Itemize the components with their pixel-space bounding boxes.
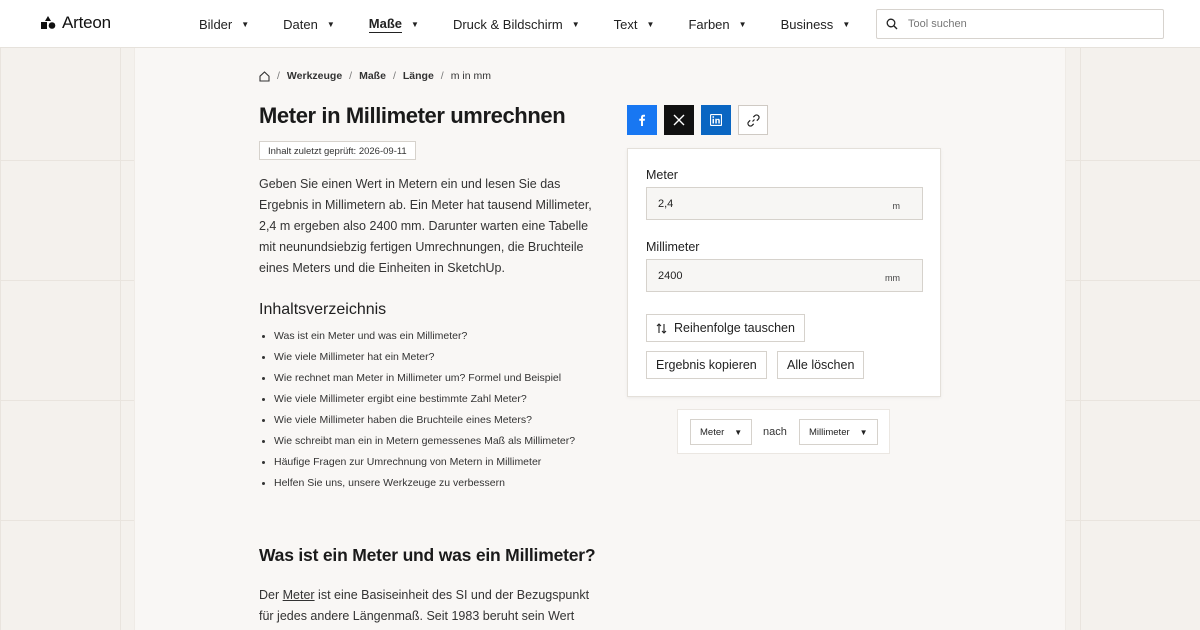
nav-item-daten[interactable]: Daten ▼ xyxy=(283,17,335,32)
to-unit-select[interactable]: Millimeter ▼ xyxy=(799,419,878,445)
x-icon xyxy=(673,114,685,126)
link-icon xyxy=(746,113,760,127)
nav-item-bilder[interactable]: Bilder ▼ xyxy=(199,17,249,32)
intro-text: Geben Sie einen Wert in Metern ein und l… xyxy=(259,177,592,275)
millimeter-input[interactable] xyxy=(656,269,880,283)
share-x-button[interactable] xyxy=(664,105,694,135)
nav-item-text[interactable]: Text ▼ xyxy=(614,17,655,32)
table-of-contents: Was ist ein Meter und was ein Millimeter… xyxy=(259,326,575,494)
breadcrumb-separator: / xyxy=(392,70,396,82)
converter-card: Meter m Millimeter mm Reihenfolge tausch… xyxy=(627,148,941,397)
caret-down-icon: ▼ xyxy=(734,427,743,437)
caret-down-icon: ▼ xyxy=(411,19,419,29)
nav-item-druck-bildschirm[interactable]: Druck & Bildschirm ▼ xyxy=(453,17,580,32)
toc-item[interactable]: Wie schreibt man ein in Metern gemessene… xyxy=(274,431,575,452)
caret-down-icon: ▼ xyxy=(842,19,851,29)
breadcrumb: / Werkzeuge / Maße / Länge / m in mm xyxy=(259,70,491,82)
toc-item[interactable]: Wie viele Millimeter hat ein Meter? xyxy=(274,347,575,368)
linkedin-icon xyxy=(710,114,722,126)
swap-icon xyxy=(656,322,667,334)
home-icon[interactable] xyxy=(259,70,270,82)
meter-link[interactable]: Meter xyxy=(283,588,315,602)
meter-input[interactable] xyxy=(656,197,880,211)
breadcrumb-laenge[interactable]: Länge xyxy=(403,70,434,82)
share-facebook-button[interactable] xyxy=(627,105,657,135)
main-nav: Bilder ▼ Daten ▼ Maße ▼ Druck & Bildschirm ▼… xyxy=(199,0,884,48)
caret-down-icon: ▼ xyxy=(738,19,747,29)
brand-name: Arteon xyxy=(62,13,111,32)
page-title: Meter in Millimeter umrechnen xyxy=(259,103,566,128)
section-text: Der Meter ist eine Basiseinheit des SI u… xyxy=(259,585,604,627)
caret-down-icon: ▼ xyxy=(326,19,335,29)
breadcrumb-separator: / xyxy=(349,70,353,82)
meter-field[interactable]: m xyxy=(646,187,923,220)
last-checked-badge: Inhalt zuletzt geprüft: 2026-09-11 xyxy=(259,141,416,160)
nav-item-business[interactable]: Business ▼ xyxy=(781,17,851,32)
caret-down-icon: ▼ xyxy=(859,427,868,437)
breadcrumb-separator: / xyxy=(440,70,444,82)
nav-item-farben[interactable]: Farben ▼ xyxy=(688,17,746,32)
nav-label: Druck & Bildschirm xyxy=(452,16,563,32)
clear-all-label: Alle löschen xyxy=(787,358,855,372)
toc-item[interactable]: Wie rechnet man Meter in Millimeter um? … xyxy=(274,368,575,389)
logo[interactable]: Arteon xyxy=(40,13,111,33)
nav-label: Maße xyxy=(368,15,403,33)
share-linkedin-button[interactable] xyxy=(701,105,731,135)
share-buttons xyxy=(627,105,768,135)
caret-down-icon: ▼ xyxy=(571,19,580,29)
caret-down-icon: ▼ xyxy=(646,19,655,29)
meter-label: Meter xyxy=(646,168,678,182)
from-unit-value: Meter xyxy=(700,426,725,438)
clear-all-button[interactable]: Alle löschen xyxy=(777,351,865,379)
nav-label: Farben xyxy=(688,16,730,32)
nav-label: Bilder xyxy=(199,16,233,32)
toc-item[interactable]: Häufige Fragen zur Umrechnung von Metern… xyxy=(274,452,575,473)
breadcrumb-current: m in mm xyxy=(450,70,491,82)
toc-item[interactable]: Was ist ein Meter und was ein Millimeter… xyxy=(274,326,575,347)
unit-selector: Meter ▼ nach Millimeter ▼ xyxy=(677,409,890,454)
toc-item[interactable]: Wie viele Millimeter haben die Bruchteil… xyxy=(274,410,575,431)
breadcrumb-separator: / xyxy=(277,70,280,82)
copy-result-label: Ergebnis kopieren xyxy=(656,358,757,372)
site-header: Arteon Bilder ▼ Daten ▼ Maße ▼ Druck & Bild… xyxy=(0,0,1200,48)
from-unit-select[interactable]: Meter ▼ xyxy=(690,419,753,445)
section-text-start: Der xyxy=(259,588,283,602)
nav-item-masse[interactable]: Maße ▼ xyxy=(368,15,419,33)
caret-down-icon: ▼ xyxy=(241,19,250,29)
toc-title: Inhaltsverzeichnis xyxy=(259,301,387,318)
arteon-logo-icon xyxy=(41,16,56,29)
meter-unit: m xyxy=(892,201,901,211)
copy-result-button[interactable]: Ergebnis kopieren xyxy=(646,351,767,379)
copy-link-button[interactable] xyxy=(738,105,768,135)
nav-label: Business xyxy=(780,16,834,32)
section-title: Was ist ein Meter und was ein Millimeter… xyxy=(259,545,596,565)
millimeter-field[interactable]: mm xyxy=(646,259,923,292)
millimeter-label: Millimeter xyxy=(646,240,700,254)
swap-label: Reihenfolge tauschen xyxy=(674,321,795,335)
nav-label: Text xyxy=(613,16,638,32)
search-input[interactable] xyxy=(906,17,1140,31)
toc-item[interactable]: Wie viele Millimeter ergibt eine bestimm… xyxy=(274,389,575,410)
breadcrumb-werkzeuge[interactable]: Werkzeuge xyxy=(287,70,342,82)
toc-item[interactable]: Helfen Sie uns, unsere Werkzeuge zu verb… xyxy=(274,473,575,494)
millimeter-unit: mm xyxy=(885,273,900,283)
facebook-icon xyxy=(639,114,645,126)
swap-order-button[interactable]: Reihenfolge tauschen xyxy=(646,314,805,342)
nav-label: Daten xyxy=(283,16,318,32)
search-box[interactable] xyxy=(876,9,1164,39)
unit-connector: nach xyxy=(763,426,787,438)
breadcrumb-masse[interactable]: Maße xyxy=(359,70,386,82)
search-icon xyxy=(886,18,898,30)
to-unit-value: Millimeter xyxy=(809,426,850,438)
